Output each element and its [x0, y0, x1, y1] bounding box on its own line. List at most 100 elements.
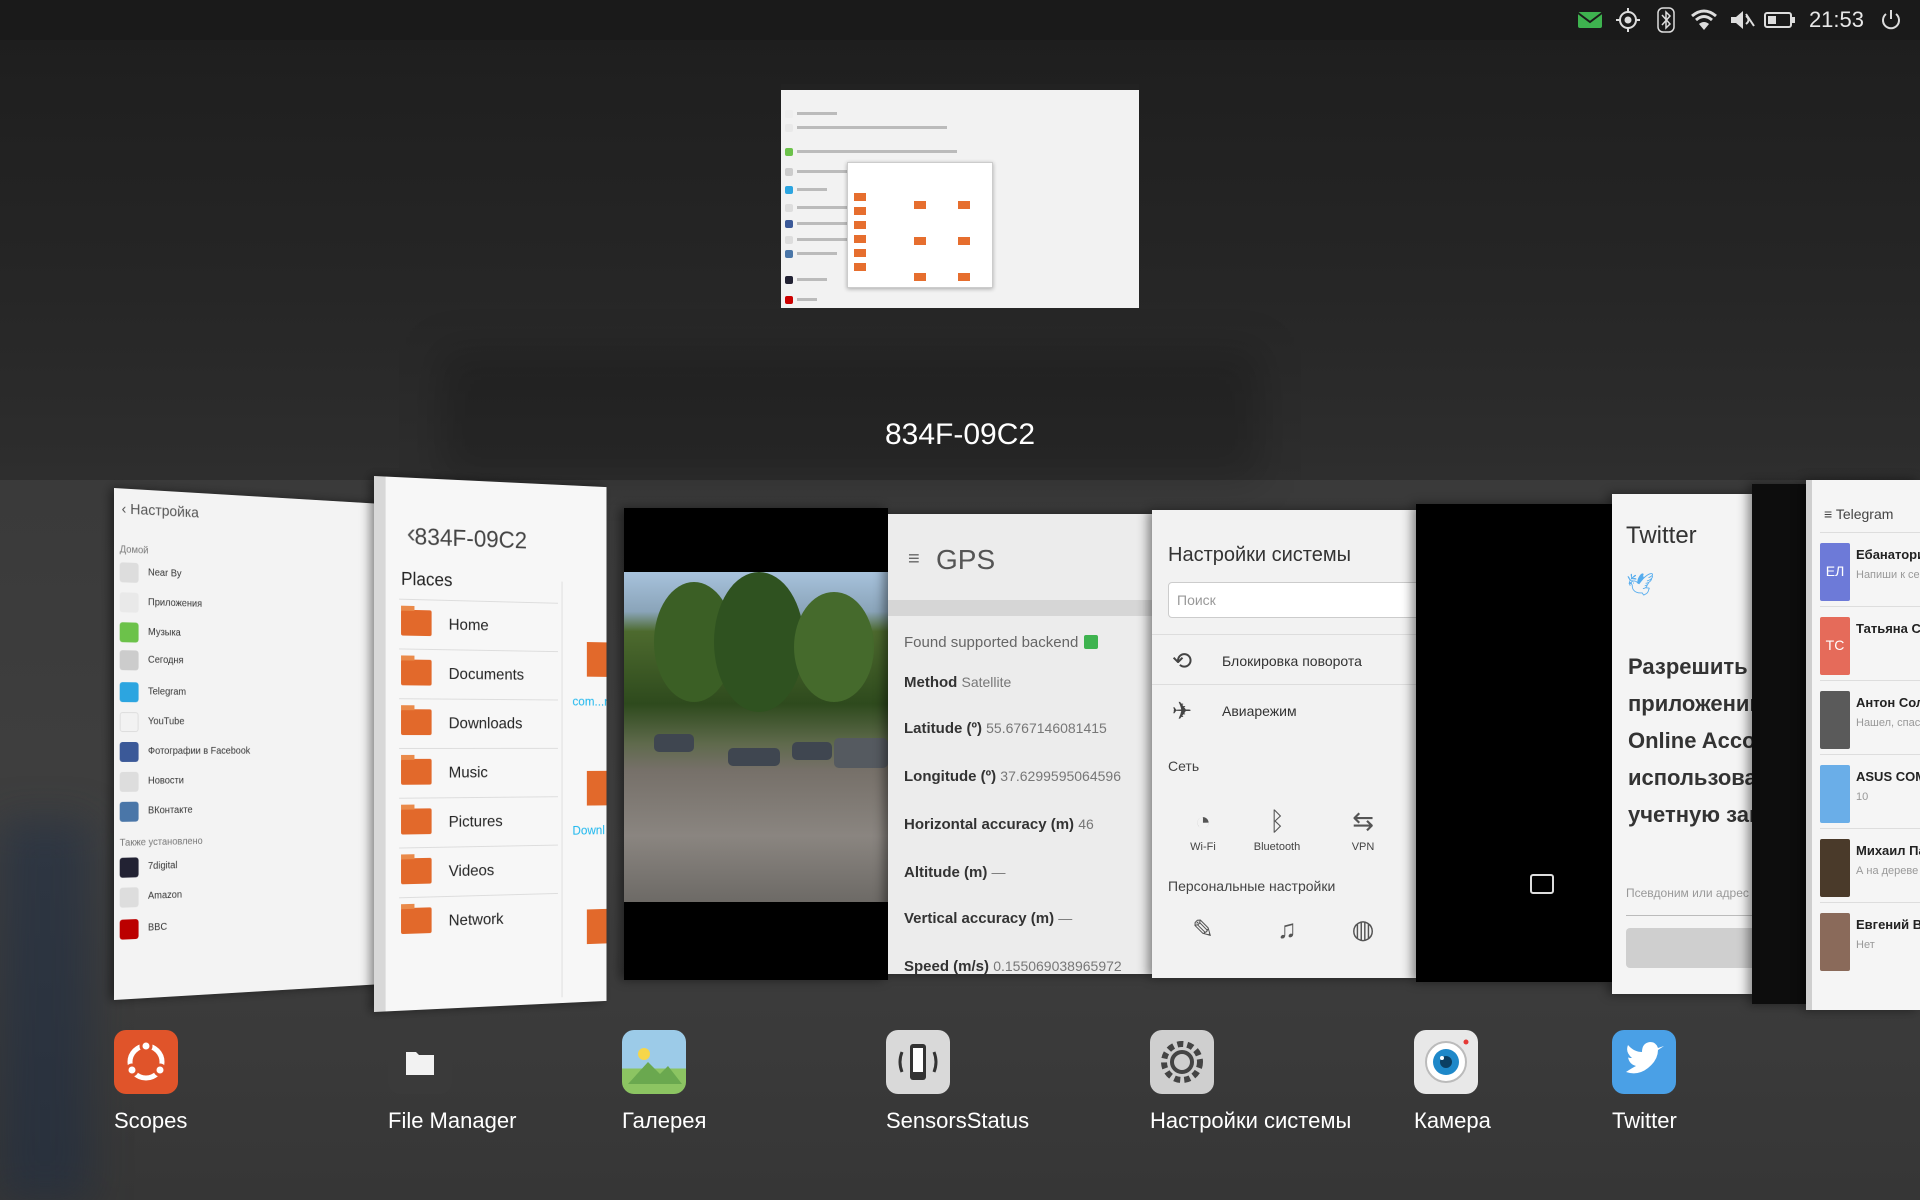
- place-home[interactable]: Home: [399, 598, 558, 650]
- check-icon: [1084, 635, 1099, 649]
- rotation-lock-row[interactable]: ⟲ Блокировка поворота: [1152, 634, 1416, 684]
- twitter-auth-prompt: Разрешить приложению U Online Account ис…: [1628, 654, 1752, 827]
- place-music[interactable]: Music: [399, 747, 558, 796]
- scope-row[interactable]: Amazon: [119, 877, 387, 912]
- scope-row[interactable]: Приложения: [119, 590, 387, 624]
- place-network[interactable]: Network: [399, 892, 558, 946]
- scope-row[interactable]: Фотографии в Facebook: [119, 740, 387, 766]
- bluetooth-setting[interactable]: ᛒ Bluetooth: [1242, 806, 1312, 853]
- gallery-icon: [622, 1030, 686, 1094]
- dock-label: Галерея: [622, 1108, 707, 1133]
- settings-search-input[interactable]: Поиск: [1168, 582, 1416, 618]
- photo-van: [834, 738, 888, 768]
- app-card-system-settings[interactable]: Настройки системы Поиск ⟲ Блокировка пово…: [1152, 510, 1416, 978]
- scope-row[interactable]: Музыка: [119, 620, 387, 652]
- scopes-header: ‹ Настройка: [121, 500, 199, 522]
- place-downloads[interactable]: Downloads: [399, 698, 558, 746]
- mail-icon[interactable]: [1571, 0, 1609, 40]
- dock-label: Twitter: [1612, 1108, 1677, 1133]
- place-documents[interactable]: Documents: [399, 648, 558, 698]
- wifi-setting[interactable]: ◔ Wi-Fi: [1168, 806, 1238, 853]
- chat-item[interactable]: Евгений ВильдяНет: [1820, 902, 1920, 976]
- places-label: Places: [401, 568, 453, 591]
- scopes-section-installed: Также установлено: [119, 836, 203, 849]
- scope-row[interactable]: YouTube: [119, 710, 387, 736]
- airplane-icon: ✈: [1172, 698, 1193, 725]
- workspace-preview[interactable]: [781, 84, 1139, 308]
- folder-label: Downl: [572, 822, 605, 838]
- bluetooth-icon[interactable]: [1647, 0, 1685, 40]
- clock[interactable]: 21:53: [1799, 7, 1872, 33]
- wifi-icon[interactable]: [1685, 0, 1723, 40]
- app-card-sensors-status[interactable]: ≡ GPS Found supported backend Method Sat…: [888, 514, 1152, 974]
- photo-car: [792, 742, 832, 760]
- chat-item[interactable]: ТСТатьяна Соловь: [1820, 606, 1920, 680]
- airplane-mode-row[interactable]: ✈ Авиарежим: [1152, 684, 1416, 734]
- chat-item[interactable]: ASUS COMPUTEX10: [1820, 754, 1920, 828]
- power-icon[interactable]: [1872, 0, 1910, 40]
- scope-row[interactable]: Сегодня: [119, 648, 387, 678]
- scope-row[interactable]: Новости: [119, 768, 387, 796]
- dock-app-system-settings[interactable]: Настройки системы: [1150, 1030, 1351, 1133]
- folder-icon: [401, 857, 432, 885]
- app-card-scopes[interactable]: ‹ Настройка Домой Near By Приложения Муз…: [114, 488, 390, 1000]
- scope-row[interactable]: Near By: [119, 560, 387, 596]
- vpn-icon: ⇆: [1352, 806, 1374, 836]
- folder-icon: [401, 659, 432, 686]
- battery-icon[interactable]: [1761, 0, 1799, 40]
- gps-tab-band: [888, 600, 1152, 616]
- scope-row[interactable]: 7digital: [119, 849, 387, 882]
- folder-icon: [388, 1030, 452, 1094]
- dock-app-scopes[interactable]: Scopes: [114, 1030, 187, 1133]
- dock-label: Камера: [1414, 1108, 1491, 1133]
- app-card-twitter[interactable]: Twitter 🕊 Разрешить приложению U Online …: [1612, 494, 1752, 994]
- avatar: [1820, 765, 1850, 823]
- sound-setting-icon[interactable]: ♫: [1252, 914, 1322, 949]
- scope-row[interactable]: Telegram: [119, 680, 387, 708]
- twitter-username-input[interactable]: Псевдоним или адрес эл: [1626, 886, 1752, 916]
- chat-item[interactable]: Антон СоловьевНашел, спасибо: [1820, 680, 1920, 754]
- avatar: [1820, 913, 1850, 971]
- folder-icon: [401, 758, 432, 785]
- gps-horizontal-accuracy: Horizontal accuracy (m) 46: [904, 816, 1094, 833]
- dock-app-gallery[interactable]: Галерея: [622, 1030, 706, 1133]
- chat-item[interactable]: Михаил ПанюшА на дереве все: [1820, 828, 1920, 902]
- file-manager-title: 834F-09C2: [414, 523, 527, 555]
- app-card-file-manager[interactable]: ‹ 834F-09C2 Places Home Documents Downlo…: [374, 476, 607, 1012]
- camera-switch-icon[interactable]: [1530, 874, 1554, 894]
- photo-car: [728, 748, 780, 766]
- app-card-camera[interactable]: [1416, 504, 1612, 982]
- network-section-label: Сеть: [1168, 758, 1200, 774]
- location-icon[interactable]: [1609, 0, 1647, 40]
- place-videos[interactable]: Videos: [399, 844, 558, 896]
- dock-label: File Manager: [388, 1108, 517, 1133]
- dock-app-sensors-status[interactable]: SensorsStatus: [886, 1030, 1029, 1133]
- gps-speed: Speed (m/s) 0.155069038965972: [904, 958, 1122, 974]
- background-setting-icon[interactable]: ✎: [1168, 914, 1238, 949]
- app-card-gallery[interactable]: [624, 508, 888, 980]
- dock-app-file-manager[interactable]: File Manager: [388, 1030, 516, 1133]
- dock-app-camera[interactable]: Камера: [1414, 1030, 1491, 1133]
- vpn-setting[interactable]: ⇆ VPN: [1328, 806, 1398, 853]
- app-card-stacked[interactable]: [1752, 484, 1806, 1004]
- sound-muted-icon[interactable]: [1723, 0, 1761, 40]
- menu-icon[interactable]: ≡: [908, 548, 920, 571]
- folder-icon[interactable]: [586, 908, 607, 945]
- twitter-submit-button[interactable]: [1626, 928, 1752, 968]
- gear-icon: [1150, 1030, 1214, 1094]
- twitter-title: Twitter: [1626, 522, 1697, 549]
- scope-row[interactable]: BBC: [119, 907, 387, 944]
- dock-label: Настройки системы: [1150, 1108, 1352, 1133]
- folder-icon: [401, 808, 432, 835]
- photo-car: [654, 734, 694, 752]
- place-pictures[interactable]: Pictures: [399, 796, 558, 846]
- folder-icon[interactable]: [586, 642, 607, 678]
- app-card-telegram[interactable]: ≡ Telegram ЕЛЕбанаторий быНапиши к сесси…: [1806, 480, 1920, 1010]
- chat-item[interactable]: ЕЛЕбанаторий быНапиши к сессии: [1820, 532, 1920, 606]
- language-setting-icon[interactable]: ◍: [1328, 914, 1398, 949]
- workspace-title: 834F-09C2: [884, 418, 1036, 451]
- telegram-title: ≡ Telegram: [1824, 506, 1894, 522]
- folder-icon[interactable]: [586, 770, 607, 806]
- scope-row[interactable]: ВКонтакте: [119, 796, 387, 825]
- dock-app-twitter[interactable]: Twitter: [1612, 1030, 1677, 1133]
